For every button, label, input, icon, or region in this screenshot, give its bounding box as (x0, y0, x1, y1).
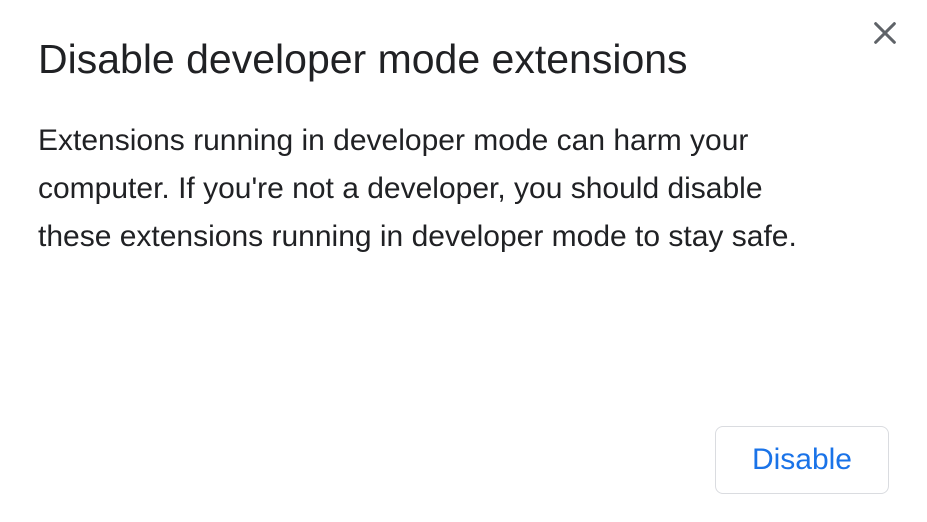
disable-button[interactable]: Disable (715, 426, 889, 494)
close-button[interactable] (865, 14, 905, 54)
close-icon (871, 19, 899, 50)
dialog-actions: Disable (715, 426, 889, 494)
dialog-body-text: Extensions running in developer mode can… (38, 117, 838, 261)
dialog-container: Disable developer mode extensions Extens… (0, 0, 927, 522)
dialog-title: Disable developer mode extensions (38, 34, 889, 85)
